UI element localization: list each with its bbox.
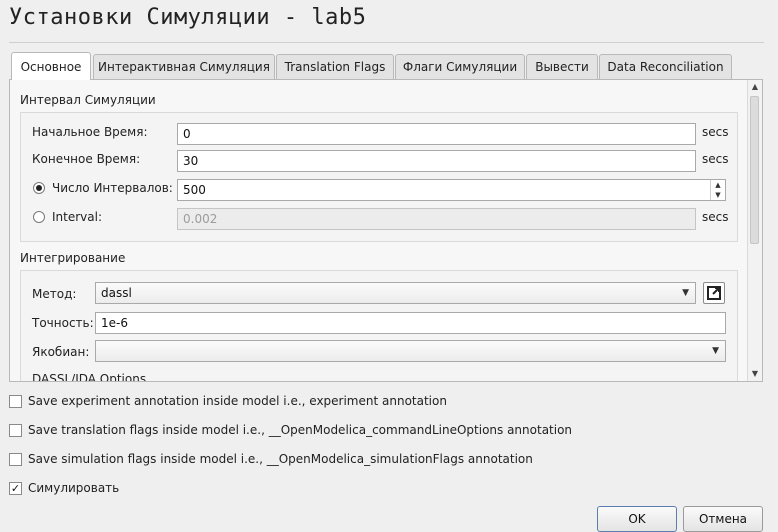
save-simulation-flags-label: Save simulation flags inside model i.e.,… [28, 452, 533, 466]
simulate-label: Симулировать [28, 481, 120, 495]
start-time-unit: secs [702, 125, 729, 139]
tolerance-input[interactable]: 1e-6 [95, 312, 726, 334]
dialog-title: Установки Симуляции - lab5 [9, 5, 367, 30]
save-experiment-annotation-label: Save experiment annotation inside model … [28, 394, 447, 408]
method-select[interactable]: dassl ▼ [95, 282, 696, 304]
tab-general[interactable]: Основное [11, 52, 91, 80]
interval-unit: secs [702, 210, 729, 224]
number-of-intervals-spinbox[interactable]: 500 ▲ ▼ [177, 179, 726, 201]
integration-title: Интегрирование [20, 251, 126, 265]
tab-data-reconciliation[interactable]: Data Reconciliation [599, 54, 732, 79]
number-of-intervals-label: Число Интервалов: [52, 181, 173, 195]
interval-label: Interval: [52, 210, 102, 224]
chevron-down-icon: ▼ [682, 288, 689, 298]
stop-time-unit: secs [702, 152, 729, 166]
cancel-button[interactable]: Отмена [683, 506, 763, 532]
spin-up-icon[interactable]: ▲ [711, 180, 725, 190]
start-time-input[interactable]: 0 [177, 123, 696, 145]
simulate-checkbox[interactable]: ✓ [9, 482, 22, 495]
jacobian-select[interactable]: ▼ [95, 340, 726, 362]
tab-simulation-flags[interactable]: Флаги Симуляции [395, 54, 525, 79]
stop-time-label: Конечное Время: [32, 152, 141, 166]
simulation-interval-group: Начальное Время: 0 secs Конечное Время: … [20, 112, 738, 242]
interval-radio[interactable] [33, 211, 45, 223]
save-translation-flags-checkbox[interactable] [9, 424, 22, 437]
panel-scrollbar[interactable]: ▲ ▼ [747, 80, 762, 381]
scroll-up-icon[interactable]: ▲ [748, 80, 762, 94]
tab-interactive-simulation[interactable]: Интерактивная Симуляция [93, 54, 275, 79]
save-simulation-flags-checkbox[interactable] [9, 453, 22, 466]
number-of-intervals-radio[interactable] [33, 182, 45, 194]
tolerance-label: Точность: [32, 316, 94, 330]
check-mark-icon: ✓ [10, 482, 21, 495]
tab-output[interactable]: Вывести [526, 54, 598, 79]
general-tab-panel: Интервал Симуляции Начальное Время: 0 se… [9, 79, 763, 382]
save-translation-flags-label: Save translation flags inside model i.e.… [28, 423, 573, 437]
start-time-label: Начальное Время: [32, 125, 148, 139]
method-value: dassl [101, 286, 132, 300]
ok-button[interactable]: OK [597, 506, 677, 532]
chevron-down-icon: ▼ [712, 346, 719, 356]
stop-time-input[interactable]: 30 [177, 150, 696, 172]
spin-down-icon[interactable]: ▼ [711, 190, 725, 200]
scroll-down-icon[interactable]: ▼ [748, 367, 762, 381]
jacobian-label: Якобиан: [32, 345, 90, 359]
interval-input: 0.002 [177, 208, 696, 230]
open-external-icon [707, 286, 721, 300]
title-divider [9, 42, 764, 43]
tab-translation-flags[interactable]: Translation Flags [276, 54, 394, 79]
number-of-intervals-value: 500 [183, 183, 206, 197]
spinbox-arrows[interactable]: ▲ ▼ [710, 180, 725, 200]
method-options-button[interactable] [703, 282, 725, 304]
simulation-interval-title: Интервал Симуляции [20, 93, 156, 107]
integration-group: Метод: dassl ▼ Точность: 1e-6 Якобиан: ▼… [20, 270, 738, 382]
method-label: Метод: [32, 287, 77, 301]
dassl-options-title: DASSL/IDA Options [32, 372, 147, 382]
scrollbar-thumb[interactable] [750, 96, 759, 244]
save-experiment-annotation-checkbox[interactable] [9, 395, 22, 408]
